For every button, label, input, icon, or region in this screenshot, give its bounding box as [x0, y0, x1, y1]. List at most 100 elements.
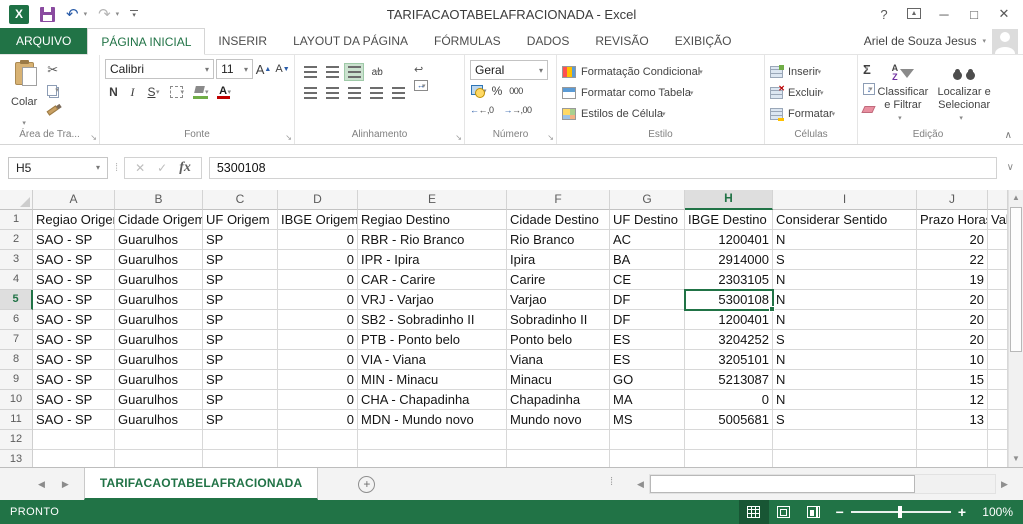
- cell-E2[interactable]: RBR - Rio Branco: [358, 230, 507, 250]
- cell-H12[interactable]: [685, 430, 773, 450]
- clipboard-dialog-launcher[interactable]: ↘: [90, 134, 97, 142]
- cell-F5[interactable]: Varjao: [507, 290, 610, 310]
- cell-A7[interactable]: SAO - SP: [33, 330, 115, 350]
- cell-D6[interactable]: 0: [278, 310, 358, 330]
- cell-G3[interactable]: BA: [610, 250, 685, 270]
- column-header-J[interactable]: J: [917, 190, 988, 210]
- next-sheet-button[interactable]: ▶: [62, 479, 69, 490]
- row-header-10[interactable]: 10: [0, 390, 33, 410]
- fill-button[interactable]: ↓▾: [863, 80, 873, 98]
- sheet-tab-active[interactable]: TARIFACAOTABELAFRACIONADA: [84, 468, 319, 500]
- cell-J6[interactable]: 20: [917, 310, 988, 330]
- zoom-out-button[interactable]: −: [829, 504, 851, 520]
- align-center-button[interactable]: [322, 84, 342, 102]
- cell-J5[interactable]: 20: [917, 290, 988, 310]
- cell-I13[interactable]: [773, 450, 917, 467]
- cell-A3[interactable]: SAO - SP: [33, 250, 115, 270]
- cell-D8[interactable]: 0: [278, 350, 358, 370]
- cell-A4[interactable]: SAO - SP: [33, 270, 115, 290]
- cell-J10[interactable]: 12: [917, 390, 988, 410]
- name-box-dropdown-icon[interactable]: ▾: [96, 163, 100, 172]
- cell-D11[interactable]: 0: [278, 410, 358, 430]
- formula-input[interactable]: 5300108: [209, 157, 997, 179]
- user-avatar[interactable]: [992, 29, 1018, 54]
- cell-J2[interactable]: 20: [917, 230, 988, 250]
- cell-J4[interactable]: 19: [917, 270, 988, 290]
- merge-center-button[interactable]: ↔▾: [414, 80, 426, 91]
- delete-cells-button[interactable]: Excluir▾: [770, 83, 854, 103]
- sort-filter-button[interactable]: AZ Classificar e Filtrar▾: [875, 58, 932, 129]
- horizontal-scrollbar-track[interactable]: [649, 474, 996, 494]
- format-cells-button[interactable]: Formatar▾: [770, 104, 854, 124]
- cell-G7[interactable]: ES: [610, 330, 685, 350]
- column-header-C[interactable]: C: [203, 190, 278, 210]
- cell-G2[interactable]: AC: [610, 230, 685, 250]
- cell-H4[interactable]: 2303105: [685, 270, 773, 290]
- percent-style-button[interactable]: %: [489, 82, 506, 100]
- column-header-A[interactable]: A: [33, 190, 115, 210]
- cell-F4[interactable]: Carire: [507, 270, 610, 290]
- cell-F10[interactable]: Chapadinha: [507, 390, 610, 410]
- column-header-E[interactable]: E: [358, 190, 507, 210]
- cell-E11[interactable]: MDN - Mundo novo: [358, 410, 507, 430]
- column-header-G[interactable]: G: [610, 190, 685, 210]
- align-top-button[interactable]: [300, 63, 320, 81]
- new-sheet-button[interactable]: +: [358, 476, 375, 493]
- cell-A8[interactable]: SAO - SP: [33, 350, 115, 370]
- cell-A1[interactable]: Regiao Origem: [33, 210, 115, 230]
- orientation-button[interactable]: ab▾: [366, 63, 386, 81]
- cell-H5[interactable]: 5300108: [685, 290, 773, 310]
- select-all-button[interactable]: [0, 190, 33, 210]
- cell-A12[interactable]: [33, 430, 115, 450]
- cell-H3[interactable]: 2914000: [685, 250, 773, 270]
- cell-G9[interactable]: GO: [610, 370, 685, 390]
- tab-layout-da-pagina[interactable]: LAYOUT DA PÁGINA: [280, 28, 421, 54]
- tab-scrollbar-divider[interactable]: ⁞: [610, 476, 613, 488]
- align-left-button[interactable]: [300, 84, 320, 102]
- cell-E4[interactable]: CAR - Carire: [358, 270, 507, 290]
- cell-K8[interactable]: [988, 350, 1008, 370]
- account-area[interactable]: Ariel de Souza Jesus ▾: [864, 28, 1018, 54]
- cell-H9[interactable]: 5213087: [685, 370, 773, 390]
- cell-I11[interactable]: S: [773, 410, 917, 430]
- cell-C10[interactable]: SP: [203, 390, 278, 410]
- cell-K3[interactable]: [988, 250, 1008, 270]
- cell-D7[interactable]: 0: [278, 330, 358, 350]
- column-header-F[interactable]: F: [507, 190, 610, 210]
- cell-B10[interactable]: Guarulhos: [115, 390, 203, 410]
- zoom-slider[interactable]: [851, 511, 951, 513]
- row-header-9[interactable]: 9: [0, 370, 33, 390]
- save-button[interactable]: [40, 7, 55, 22]
- cell-K11[interactable]: [988, 410, 1008, 430]
- insert-cells-button[interactable]: Inserir▾: [770, 62, 854, 82]
- align-bottom-button[interactable]: [344, 63, 364, 81]
- cell-H6[interactable]: 1200401: [685, 310, 773, 330]
- cell-I3[interactable]: S: [773, 250, 917, 270]
- cell-E13[interactable]: [358, 450, 507, 467]
- format-painter-button[interactable]: [47, 101, 59, 119]
- cell-C5[interactable]: SP: [203, 290, 278, 310]
- cell-G12[interactable]: [610, 430, 685, 450]
- cell-K6[interactable]: [988, 310, 1008, 330]
- alignment-dialog-launcher[interactable]: ↘: [455, 134, 462, 142]
- cell-C7[interactable]: SP: [203, 330, 278, 350]
- cell-G6[interactable]: DF: [610, 310, 685, 330]
- collapse-ribbon-button[interactable]: ∧: [1005, 130, 1012, 141]
- cell-E6[interactable]: SB2 - Sobradinho II: [358, 310, 507, 330]
- cell-I1[interactable]: Considerar Sentido: [773, 210, 917, 230]
- font-dialog-launcher[interactable]: ↘: [285, 134, 292, 142]
- cell-E12[interactable]: [358, 430, 507, 450]
- cell-F7[interactable]: Ponto belo: [507, 330, 610, 350]
- cell-J13[interactable]: [917, 450, 988, 467]
- cell-I8[interactable]: N: [773, 350, 917, 370]
- cell-D2[interactable]: 0: [278, 230, 358, 250]
- row-header-11[interactable]: 11: [0, 410, 33, 430]
- scroll-left-button[interactable]: ◀: [632, 474, 649, 494]
- cell-D13[interactable]: [278, 450, 358, 467]
- accounting-format-button[interactable]: [470, 82, 487, 100]
- undo-dropdown-icon[interactable]: ▾: [84, 10, 88, 18]
- vertical-scrollbar[interactable]: ▲ ▼: [1008, 190, 1023, 467]
- cell-E3[interactable]: IPR - Ipira: [358, 250, 507, 270]
- cell-I12[interactable]: [773, 430, 917, 450]
- cell-I5[interactable]: N: [773, 290, 917, 310]
